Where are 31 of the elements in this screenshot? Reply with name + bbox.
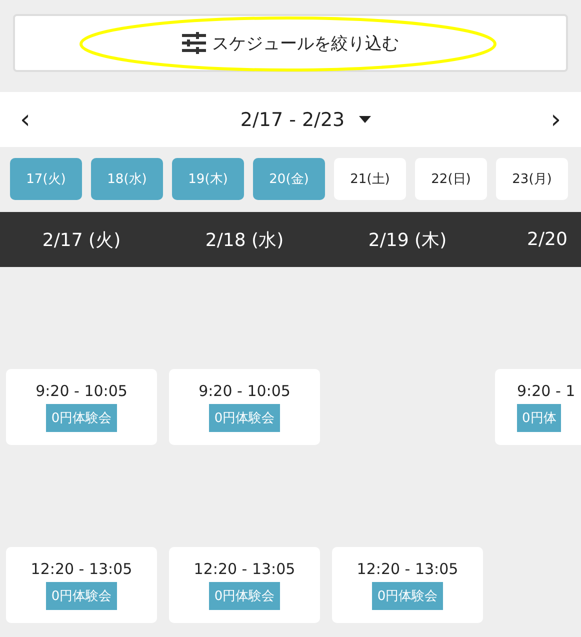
filter-button[interactable]: スケジュールを絞り込む xyxy=(13,14,568,72)
day-chip[interactable]: 21(土) xyxy=(334,158,406,200)
session-tag: 0円体験会 xyxy=(209,582,280,610)
next-week-button[interactable]: › xyxy=(544,106,567,132)
date-heading: 2/19 (木) xyxy=(367,228,448,252)
caret-icon xyxy=(358,116,371,123)
session-time: 9:20 - 1 xyxy=(517,382,576,400)
session-tag: 0円体験会 xyxy=(209,404,280,432)
session-time: 12:20 - 13:05 xyxy=(356,560,458,578)
session-tag: 0円体験会 xyxy=(46,404,117,432)
session-time: 12:20 - 13:05 xyxy=(194,560,296,578)
session-card[interactable]: 12:20 - 13:05 0円体験会 xyxy=(169,547,320,623)
session-tag: 0円体験会 xyxy=(372,582,443,610)
session-card[interactable]: 12:20 - 13:05 0円体験会 xyxy=(332,547,483,623)
prev-week-button[interactable]: ‹ xyxy=(14,106,36,132)
session-card[interactable]: 9:20 - 10:05 0円体験会 xyxy=(6,369,157,445)
session-card[interactable]: 12:20 - 13:05 0円体験会 xyxy=(6,547,157,623)
session-tag: 0円体 xyxy=(517,404,562,432)
day-chip[interactable]: 23(月) xyxy=(496,158,568,200)
session-card[interactable]: 9:20 - 10:05 0円体験会 xyxy=(169,369,320,445)
session-time: 9:20 - 10:05 xyxy=(36,382,128,400)
session-time: 9:20 - 10:05 xyxy=(198,382,290,400)
session-card[interactable]: 9:20 - 1 0円体 xyxy=(495,369,581,445)
date-heading: 2/20 xyxy=(526,228,568,252)
filter-icon xyxy=(182,32,206,54)
session-tag: 0円体験会 xyxy=(46,582,117,610)
day-chip[interactable]: 22(日) xyxy=(415,158,487,200)
session-time: 12:20 - 13:05 xyxy=(30,560,132,578)
week-range-dropdown[interactable]: 2/17 - 2/23 xyxy=(240,108,371,130)
date-heading: 2/17 (火) xyxy=(41,228,122,252)
date-heading: 2/18 (水) xyxy=(204,228,285,252)
